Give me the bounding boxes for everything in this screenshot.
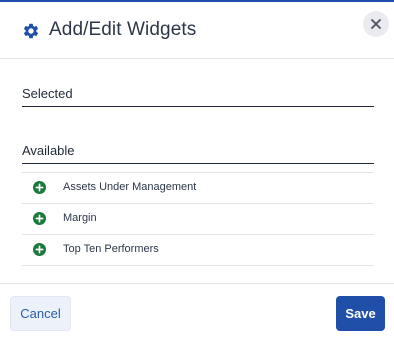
widget-label: Assets Under Management	[63, 181, 197, 193]
add-circle-icon[interactable]	[33, 243, 46, 256]
available-widget-item[interactable]: Margin	[22, 203, 374, 234]
add-edit-widgets-dialog: Add/Edit Widgets Selected Available Asse…	[0, 0, 394, 341]
dialog-title: Add/Edit Widgets	[49, 19, 197, 40]
dialog-footer: Cancel Save	[0, 283, 394, 341]
available-widgets-list: Assets Under Management Margin Top Ten P…	[22, 172, 374, 266]
available-widget-item[interactable]: Assets Under Management	[22, 172, 374, 203]
save-button[interactable]: Save	[336, 296, 385, 331]
available-divider	[22, 163, 374, 164]
add-circle-icon[interactable]	[33, 212, 46, 225]
available-section-heading: Available	[22, 143, 75, 158]
available-widget-item[interactable]: Top Ten Performers	[22, 234, 374, 266]
close-icon	[371, 19, 381, 29]
cancel-button[interactable]: Cancel	[10, 296, 71, 331]
close-button[interactable]	[363, 11, 389, 37]
add-circle-icon[interactable]	[33, 181, 46, 194]
selected-section-heading: Selected	[22, 86, 73, 101]
selected-divider	[22, 106, 374, 107]
widget-label: Margin	[63, 212, 97, 224]
widget-label: Top Ten Performers	[63, 243, 159, 255]
gear-icon	[23, 23, 39, 39]
dialog-header: Add/Edit Widgets	[0, 2, 394, 59]
